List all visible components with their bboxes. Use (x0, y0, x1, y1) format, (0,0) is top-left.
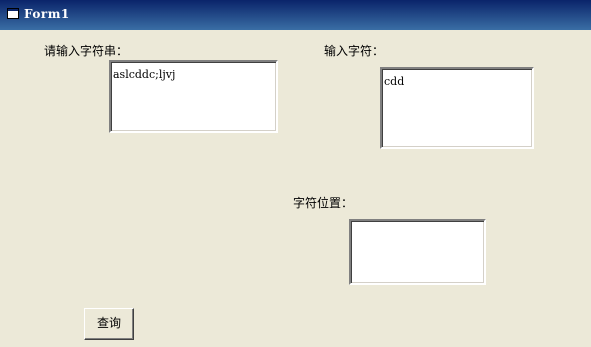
position-output[interactable] (349, 219, 486, 285)
query-button[interactable]: 查询 (84, 308, 134, 340)
form-icon (7, 8, 19, 19)
string-input-value: aslcddc;ljvj (113, 68, 176, 81)
title-bar[interactable]: Form1 (0, 0, 591, 30)
string-input[interactable]: aslcddc;ljvj (109, 60, 278, 133)
char-input-value: cdd (384, 75, 405, 88)
window-title: Form1 (24, 7, 70, 21)
char-position-label: 字符位置： (293, 196, 354, 210)
input-char-label: 输入字符： (324, 44, 385, 58)
char-input[interactable]: cdd (380, 67, 534, 149)
input-string-label: 请输入字符串： (44, 44, 129, 58)
query-button-label: 查询 (96, 316, 121, 330)
form-window: Form1 请输入字符串： aslcddc;ljvj 输入字符： cdd 字符位… (0, 0, 591, 347)
